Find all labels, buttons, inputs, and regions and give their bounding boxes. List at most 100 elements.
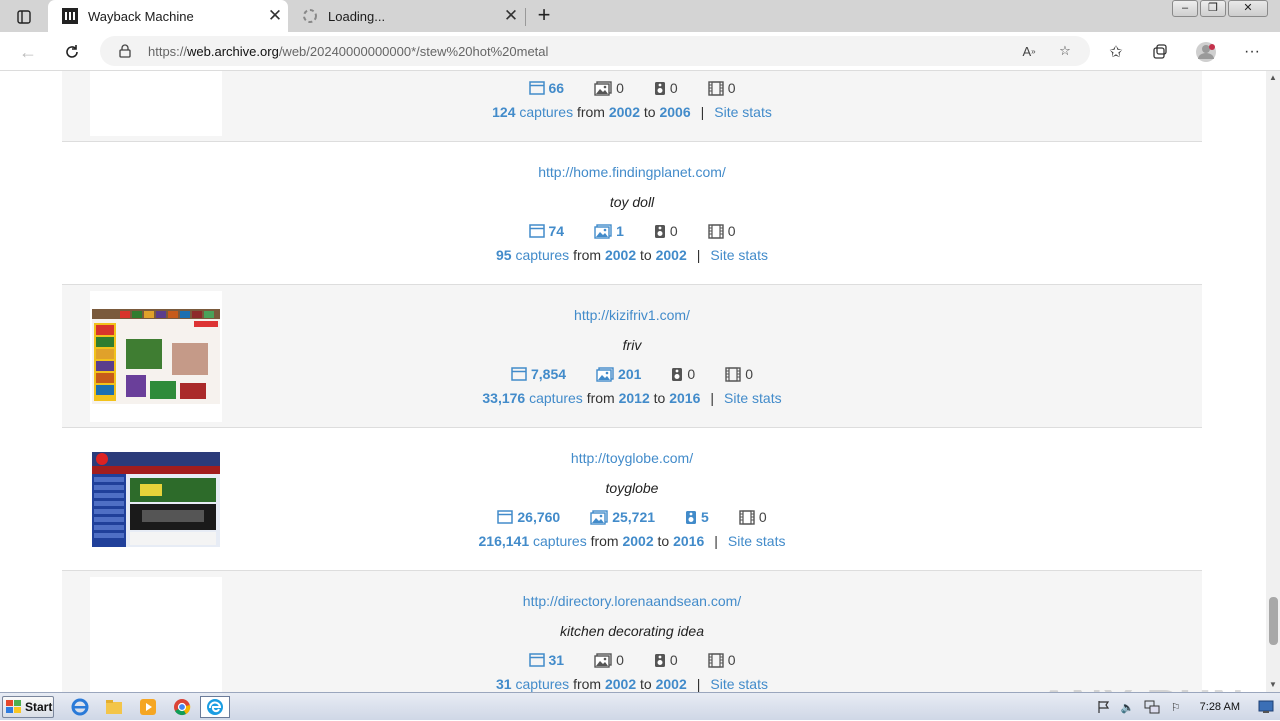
minimize-icon[interactable]: –	[1172, 0, 1198, 17]
site-stats-link[interactable]: Site stats	[710, 247, 768, 263]
site-stats-link[interactable]: Site stats	[724, 390, 782, 406]
pages-count[interactable]: 31	[528, 652, 564, 668]
show-desktop-icon[interactable]	[1258, 699, 1274, 715]
read-aloud-icon[interactable]: A»	[1018, 41, 1040, 61]
favorites-icon[interactable]: ✩	[1103, 39, 1129, 65]
site-stats-link[interactable]: Site stats	[714, 104, 772, 120]
result-row: golf digest magazine66000124 captures fr…	[62, 71, 1202, 142]
captures-count[interactable]: 95	[496, 247, 512, 263]
from-year[interactable]: 2002	[609, 104, 640, 120]
back-icon[interactable]: ←	[14, 38, 42, 66]
flag-icon[interactable]: ⚐	[1168, 699, 1184, 715]
tab-title: Wayback Machine	[88, 8, 194, 24]
captures-count[interactable]: 216,141	[479, 533, 530, 549]
vertical-scrollbar[interactable]: ▲ ▼	[1266, 71, 1280, 692]
to-year[interactable]: 2016	[673, 533, 704, 549]
captures-count[interactable]: 33,176	[482, 390, 525, 406]
ie-icon[interactable]	[68, 696, 92, 718]
volume-icon[interactable]: 🔈	[1120, 699, 1136, 715]
more-menu-icon[interactable]: ···	[1239, 39, 1265, 65]
system-tray: 🔈 ⚐ 7:28 AM	[1096, 693, 1280, 721]
images-count[interactable]: 25,721	[590, 509, 655, 525]
tab-actions-icon[interactable]	[10, 7, 38, 27]
audio-icon	[654, 653, 666, 668]
site-stats-link[interactable]: Site stats	[710, 676, 768, 692]
from-year[interactable]: 2002	[605, 247, 636, 263]
result-description: toyglobe	[605, 480, 659, 496]
close-window-icon[interactable]: ✕	[1228, 0, 1268, 17]
video-count: 0	[707, 652, 735, 668]
to-year[interactable]: 2006	[659, 104, 690, 120]
site-stats-link[interactable]: Site stats	[728, 533, 786, 549]
tab-loading[interactable]: Loading... ✕	[288, 0, 524, 32]
result-stats: 26,760 25,721 5 0	[62, 509, 1202, 525]
pages-count[interactable]: 26,760	[497, 509, 560, 525]
tab-close-icon[interactable]: ✕	[498, 6, 524, 26]
chrome-icon[interactable]	[170, 696, 194, 718]
edge-icon[interactable]	[200, 696, 230, 718]
from-year[interactable]: 2002	[622, 533, 653, 549]
video-value: 0	[758, 509, 767, 525]
captures-link[interactable]: captures	[519, 104, 573, 120]
start-button[interactable]: Start	[2, 696, 54, 718]
separator: |	[700, 104, 705, 120]
images-value: 201	[618, 366, 642, 382]
result-url[interactable]: http://kizifriv1.com/	[62, 307, 1202, 323]
result-url[interactable]: http://directory.lorenaandsean.com/	[62, 593, 1202, 609]
captures-count[interactable]: 124	[492, 104, 515, 120]
result-info: http://toyglobe.com/toyglobe 26,760 25,721…	[62, 428, 1202, 571]
captures-line: 95 captures from 2002 to 2002 | Site stats	[62, 247, 1202, 263]
media-player-icon[interactable]	[136, 696, 160, 718]
action-center-icon[interactable]	[1096, 699, 1112, 715]
result-url[interactable]: http://toyglobe.com/	[62, 450, 1202, 466]
audio-icon	[654, 81, 666, 96]
to-year[interactable]: 2002	[656, 676, 687, 692]
separator: |	[696, 676, 701, 692]
collections-icon[interactable]	[1147, 39, 1173, 65]
refresh-icon[interactable]	[58, 38, 86, 66]
video-count: 0	[707, 80, 735, 96]
images-count[interactable]: 201	[596, 366, 641, 382]
to-year[interactable]: 2002	[656, 247, 687, 263]
pages-count[interactable]: 66	[528, 80, 564, 96]
clock[interactable]: 7:28 AM	[1200, 701, 1240, 713]
captures-line: 31 captures from 2002 to 2002 | Site stats	[62, 676, 1202, 692]
from-year[interactable]: 2002	[605, 676, 636, 692]
scroll-thumb[interactable]	[1269, 597, 1278, 645]
profile-avatar-icon[interactable]	[1193, 39, 1219, 65]
images-icon	[590, 509, 608, 525]
pages-count[interactable]: 74	[528, 223, 564, 239]
pages-count[interactable]: 7,854	[511, 366, 566, 382]
pages-icon	[528, 653, 545, 667]
captures-link[interactable]: captures	[529, 390, 583, 406]
loading-spinner-icon	[302, 8, 318, 24]
tab-wayback[interactable]: Wayback Machine ✕	[48, 0, 288, 32]
add-favorite-icon[interactable]: ☆	[1054, 41, 1076, 61]
results-list: golf digest magazine66000124 captures fr…	[62, 71, 1202, 692]
new-tab-icon[interactable]: +	[530, 3, 558, 29]
audio-count[interactable]: 5	[685, 509, 709, 525]
to-year[interactable]: 2016	[669, 390, 700, 406]
captures-count[interactable]: 31	[496, 676, 512, 692]
address-bar[interactable]: https://web.archive.org/web/202400000000…	[100, 36, 1090, 66]
result-row: http://kizifriv1.com/friv 7,854 201 0 0 33,17…	[62, 285, 1202, 428]
result-stats: 7,854 201 0 0	[62, 366, 1202, 382]
result-info: http://kizifriv1.com/friv 7,854 201 0 0 33,17…	[62, 285, 1202, 428]
from-year[interactable]: 2012	[619, 390, 650, 406]
lock-icon[interactable]	[118, 44, 132, 58]
scroll-down-icon[interactable]: ▼	[1266, 678, 1280, 692]
scroll-up-icon[interactable]: ▲	[1266, 71, 1280, 85]
captures-link[interactable]: captures	[515, 247, 569, 263]
restore-icon[interactable]: ❐	[1200, 0, 1226, 17]
result-url[interactable]: http://home.findingplanet.com/	[62, 164, 1202, 180]
pages-icon	[528, 81, 545, 95]
explorer-icon[interactable]	[102, 696, 126, 718]
tab-close-icon[interactable]: ✕	[262, 6, 288, 26]
images-count[interactable]: 1	[594, 223, 624, 239]
pages-icon	[528, 224, 545, 238]
images-icon	[594, 652, 612, 668]
captures-link[interactable]: captures	[515, 676, 569, 692]
captures-link[interactable]: captures	[533, 533, 587, 549]
audio-icon	[671, 367, 683, 382]
network-icon[interactable]	[1144, 699, 1160, 715]
